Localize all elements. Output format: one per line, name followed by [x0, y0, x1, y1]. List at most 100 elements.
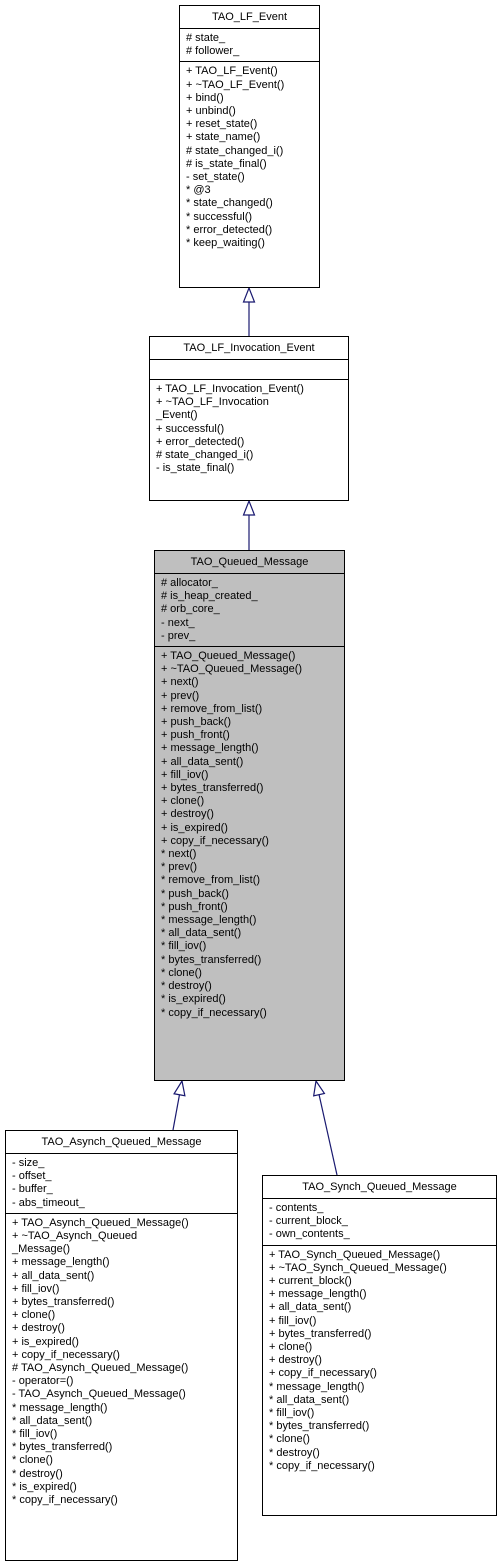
- class-member: + unbind(): [186, 105, 236, 118]
- class-tao-synch-queued-message[interactable]: TAO_Synch_Queued_Message - contents_ - cu…: [262, 1175, 497, 1516]
- class-member: * copy_if_necessary(): [269, 1459, 375, 1472]
- class-member: + copy_if_necessary(): [12, 1348, 120, 1361]
- class-member: + all_data_sent(): [161, 755, 244, 768]
- class-member: - next_: [161, 616, 195, 629]
- class-tao-lf-event[interactable]: TAO_LF_Event # state_ # follower_ + TAO_L…: [179, 5, 320, 288]
- class-member: * prev(): [161, 861, 198, 874]
- class-member: + bytes_transferred(): [269, 1327, 372, 1340]
- class-member: + prev(): [161, 689, 200, 702]
- class-member: - size_: [12, 1157, 45, 1169]
- class-member: + copy_if_necessary(): [269, 1367, 377, 1380]
- class-member: + ~TAO_Queued_Message(): [161, 663, 303, 676]
- class-member: * destroy(): [269, 1446, 320, 1459]
- class-member: * bytes_transferred(): [269, 1420, 370, 1433]
- class-member: * is_expired(): [161, 993, 226, 1006]
- class-member: # state_changed_i(): [156, 449, 254, 462]
- class-title: TAO_Queued_Message: [155, 551, 344, 574]
- class-member: + fill_iov(): [12, 1282, 60, 1295]
- class-member: * push_back(): [161, 887, 229, 900]
- class-member: # allocator_: [161, 577, 218, 589]
- class-methods: + TAO_Queued_Message() + ~TAO_Queued_Mess…: [155, 647, 344, 1023]
- class-member: * bytes_transferred(): [12, 1441, 113, 1454]
- class-member: + is_expired(): [12, 1335, 79, 1348]
- inheritance-arrowhead-icon: [173, 1079, 186, 1097]
- class-member: + is_expired(): [161, 821, 228, 834]
- inheritance-arrowhead-icon: [242, 499, 256, 516]
- class-member: * destroy(): [161, 980, 212, 993]
- class-member: + successful(): [156, 422, 225, 435]
- class-member: * @3: [186, 184, 211, 197]
- class-member: + clone(): [161, 795, 205, 808]
- class-member: # TAO_Asynch_Queued_Message(): [12, 1362, 189, 1375]
- class-member: - TAO_Asynch_Queued_Message(): [12, 1388, 186, 1401]
- class-member: + clone(): [12, 1309, 56, 1322]
- class-methods: + TAO_Synch_Queued_Message() + ~TAO_Synch…: [263, 1246, 496, 1476]
- class-member: * push_front(): [161, 900, 228, 913]
- class-attributes: [150, 360, 348, 380]
- class-member: + destroy(): [269, 1354, 322, 1367]
- inheritance-line: [318, 1094, 338, 1176]
- class-member: - prev_: [161, 629, 196, 642]
- class-member: * fill_iov(): [161, 940, 207, 953]
- class-member: + destroy(): [12, 1322, 65, 1335]
- class-member: + bind(): [186, 91, 224, 104]
- class-member: + ~TAO_LF_Invocation: [156, 396, 269, 409]
- class-tao-asynch-queued-message[interactable]: TAO_Asynch_Queued_Message - size_ - offse…: [5, 1130, 238, 1561]
- class-tao-lf-invocation-event[interactable]: TAO_LF_Invocation_Event + TAO_LF_Invocat…: [149, 336, 349, 501]
- class-member: * clone(): [269, 1433, 310, 1446]
- class-member: * successful(): [186, 210, 253, 223]
- class-member: # is_heap_created_: [161, 590, 258, 603]
- class-member: + fill_iov(): [161, 768, 209, 781]
- class-member: + message_length(): [269, 1288, 367, 1301]
- class-member: * bytes_transferred(): [161, 953, 262, 966]
- class-member: - own_contents_: [269, 1228, 350, 1241]
- class-member: + destroy(): [161, 808, 214, 821]
- class-member: * destroy(): [12, 1467, 63, 1480]
- class-member: - operator=(): [12, 1375, 74, 1388]
- class-member: + message_length(): [161, 742, 259, 755]
- class-member: * remove_from_list(): [161, 874, 261, 887]
- class-member: + ~TAO_Synch_Queued_Message(): [269, 1261, 447, 1274]
- class-member: + TAO_Asynch_Queued_Message(): [12, 1216, 189, 1229]
- class-member: - contents_: [269, 1202, 324, 1214]
- class-member: - offset_: [12, 1170, 52, 1183]
- class-member: * next(): [161, 848, 197, 861]
- class-member: + message_length(): [12, 1256, 110, 1269]
- class-member: + clone(): [269, 1341, 313, 1354]
- class-member: # state_changed_i(): [186, 144, 284, 157]
- class-title: TAO_LF_Event: [180, 6, 319, 29]
- class-member: * copy_if_necessary(): [12, 1494, 118, 1507]
- class-member: + bytes_transferred(): [12, 1296, 115, 1309]
- class-member: * error_detected(): [186, 223, 273, 236]
- class-member: + reset_state(): [186, 118, 258, 131]
- class-member: + TAO_Queued_Message(): [161, 650, 296, 663]
- class-member: * is_expired(): [12, 1480, 77, 1493]
- class-member: - is_state_final(): [156, 462, 235, 475]
- class-member: + current_block(): [269, 1275, 352, 1288]
- class-attributes: # allocator_ # is_heap_created_ # orb_core…: [155, 574, 344, 648]
- inheritance-arrowhead-icon: [242, 286, 256, 303]
- class-member: # is_state_final(): [186, 157, 267, 170]
- class-methods: + TAO_Asynch_Queued_Message() + ~TAO_Asyn…: [6, 1214, 237, 1510]
- class-member: * keep_waiting(): [186, 237, 265, 250]
- class-methods: + TAO_LF_Event() + ~TAO_LF_Event() + bind(…: [180, 62, 319, 253]
- class-member: # state_: [186, 32, 226, 44]
- class-member: _Event(): [156, 409, 198, 422]
- class-member: * message_length(): [269, 1380, 365, 1393]
- class-member: + state_name(): [186, 131, 261, 144]
- class-member: * clone(): [12, 1454, 53, 1467]
- class-attributes: # state_ # follower_: [180, 29, 319, 63]
- class-member: # orb_core_: [161, 603, 220, 616]
- class-member: + push_front(): [161, 729, 230, 742]
- class-attributes: - contents_ - current_block_ - own_content…: [263, 1199, 496, 1246]
- class-title: TAO_Asynch_Queued_Message: [6, 1131, 237, 1154]
- class-member: + all_data_sent(): [12, 1269, 95, 1282]
- class-member: - buffer_: [12, 1183, 53, 1196]
- class-tao-queued-message[interactable]: TAO_Queued_Message # allocator_ # is_heap…: [154, 550, 345, 1081]
- class-member: * all_data_sent(): [269, 1393, 350, 1406]
- class-member: * message_length(): [12, 1401, 108, 1414]
- class-member: _Message(): [12, 1243, 71, 1256]
- class-member: * copy_if_necessary(): [161, 1006, 267, 1019]
- class-member: # follower_: [186, 45, 240, 58]
- class-methods: + TAO_LF_Invocation_Event() + ~TAO_LF_Inv…: [150, 380, 348, 478]
